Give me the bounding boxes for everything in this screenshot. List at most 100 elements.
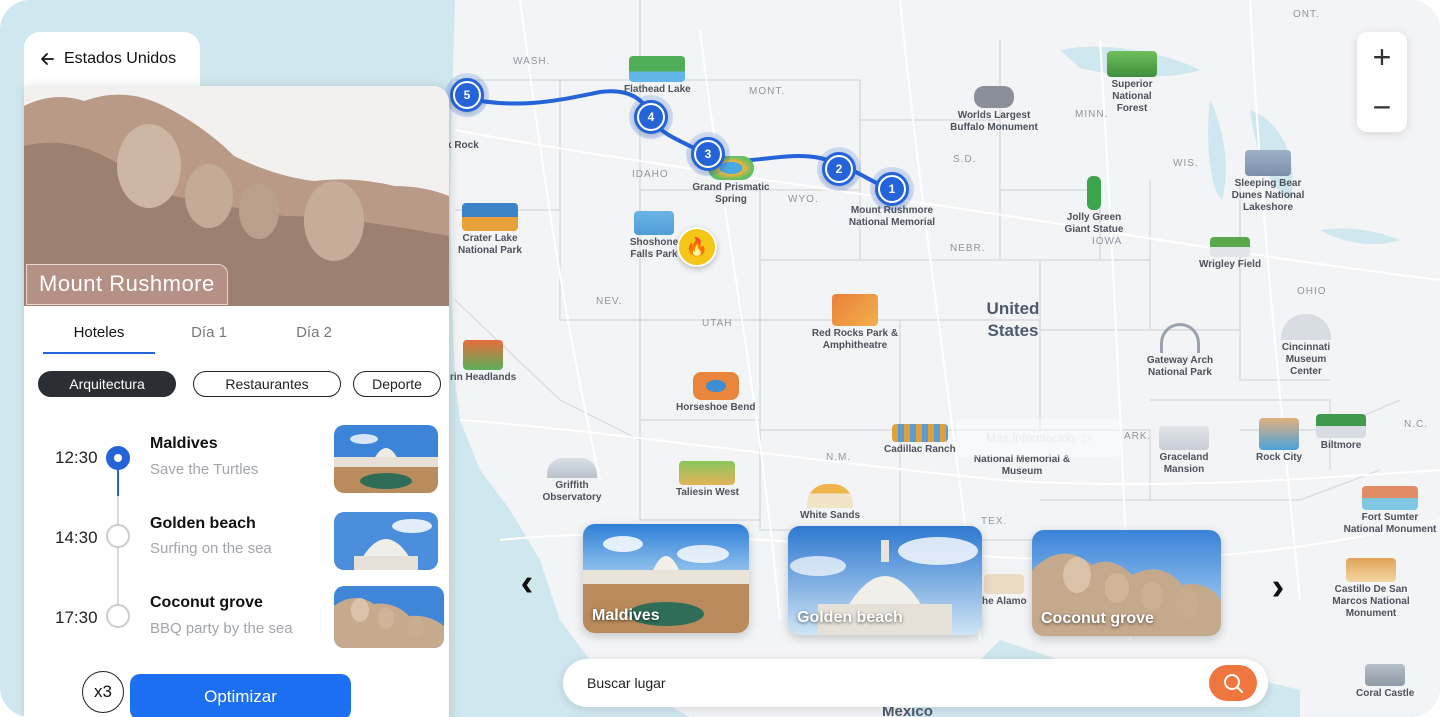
poi-label: k Rock xyxy=(446,140,479,151)
poi-buffalo[interactable]: Worlds Largest Buffalo Monument xyxy=(946,86,1042,134)
fort-icon xyxy=(1362,486,1418,510)
carousel-next-button[interactable]: › xyxy=(1264,566,1292,608)
poi-label: White Sands xyxy=(800,510,861,521)
more-info-button[interactable]: Más Información ▷ xyxy=(956,419,1122,457)
timeline-subtitle: BBQ party by the sea xyxy=(150,620,293,637)
poi-national-memorial[interactable]: National Memorial & Museum xyxy=(970,454,1074,478)
chip-deporte[interactable]: Deporte xyxy=(353,371,441,397)
campfire-icon[interactable]: 🔥 xyxy=(677,227,717,267)
timeline-time: 14:30 xyxy=(55,528,98,547)
fort-icon xyxy=(1346,558,1396,582)
place-card-golden-beach[interactable]: Golden beach xyxy=(788,526,982,635)
poi-rushmore[interactable]: Mount Rushmore National Memorial xyxy=(838,205,946,229)
timeline-item[interactable]: 12:30 Maldives Save the Turtles xyxy=(0,420,438,500)
timeline-thumbnail xyxy=(334,425,438,493)
statue-icon xyxy=(1087,176,1101,210)
poi-rock-city[interactable]: Rock City xyxy=(1256,418,1302,464)
lake-icon xyxy=(462,203,518,231)
multiplier-badge[interactable]: x3 xyxy=(82,671,124,713)
route-stop-4[interactable]: 4 xyxy=(634,100,668,134)
region-label-wash: WASH. xyxy=(513,56,551,67)
hero-image: Mount Rushmore xyxy=(24,86,449,306)
poi-gateway[interactable]: Gateway Arch National Park xyxy=(1140,323,1220,379)
poi-shoshone[interactable]: Shoshone Falls Park xyxy=(624,211,684,261)
poi-label: Taliesin West xyxy=(676,487,739,498)
castle-icon xyxy=(1316,414,1366,438)
poi-coral[interactable]: Coral Castle xyxy=(1356,664,1414,700)
poi-crater[interactable]: Crater Lake National Park xyxy=(452,203,528,257)
zoom-out-button[interactable]: − xyxy=(1357,82,1407,132)
poi-label: National Memorial & Museum xyxy=(973,454,1071,477)
region-label-sd: S.D. xyxy=(953,154,977,165)
back-button[interactable]: Estados Unidos xyxy=(40,50,176,68)
tab-hoteles[interactable]: Hoteles xyxy=(43,324,155,354)
poi-graceland[interactable]: Graceland Mansion xyxy=(1154,426,1214,476)
poi-label: Jolly Green Giant Statue xyxy=(1064,212,1124,235)
route-stop-5[interactable]: 5 xyxy=(450,78,484,112)
card-label: Maldives xyxy=(592,607,660,624)
poi-jolly[interactable]: Jolly Green Giant Statue xyxy=(1058,176,1130,236)
timeline-item[interactable]: 14:30 Golden beach Surfing on the sea xyxy=(0,500,438,580)
region-label-tex: TEX. xyxy=(981,516,1008,527)
place-card-maldives[interactable]: Maldives xyxy=(583,524,749,633)
poi-biltmore[interactable]: Biltmore xyxy=(1316,414,1366,452)
forest-icon xyxy=(1107,51,1157,77)
poi-cadillac[interactable]: Cadillac Ranch xyxy=(884,424,956,456)
region-label-mont: MONT. xyxy=(749,86,786,97)
poi-marin[interactable]: rin Headlands xyxy=(450,340,516,384)
poi-label: he Alamo xyxy=(982,596,1027,607)
poi-alamo[interactable]: he Alamo xyxy=(982,574,1027,608)
poi-cincinnati[interactable]: Cincinnati Museum Center xyxy=(1270,314,1342,378)
poi-rock[interactable]: k Rock xyxy=(446,140,479,152)
poi-griffith[interactable]: Griffith Observatory xyxy=(536,458,608,504)
route-stop-number: 1 xyxy=(880,177,904,201)
search-button[interactable] xyxy=(1209,665,1257,701)
poi-wrigley[interactable]: Wrigley Field xyxy=(1199,237,1261,271)
route-stop-3[interactable]: 3 xyxy=(691,137,725,171)
poi-superior[interactable]: Superior National Forest xyxy=(1097,51,1167,115)
poi-label: Wrigley Field xyxy=(1199,259,1262,270)
poi-red-rocks[interactable]: Red Rocks Park & Amphitheatre xyxy=(808,294,902,352)
poi-fort-sumter[interactable]: Fort Sumter National Monument xyxy=(1342,486,1438,536)
castle-icon xyxy=(1365,664,1406,686)
poi-label: Grand Prismatic Spring xyxy=(692,182,770,205)
thumbnail-image xyxy=(334,586,444,648)
poi-label: Griffith Observatory xyxy=(542,480,602,503)
poi-flathead[interactable]: Flathead Lake xyxy=(624,56,691,96)
carousel-prev-button[interactable]: ‹ xyxy=(513,562,541,604)
route-stop-1[interactable]: 1 xyxy=(875,172,909,206)
poi-label: Sleeping Bear Dunes National Lakeshore xyxy=(1231,178,1305,213)
search-input[interactable] xyxy=(587,673,1187,693)
poi-label: Rock City xyxy=(1256,452,1303,463)
region-label-ark: ARK. xyxy=(1124,431,1152,442)
arrow-left-icon xyxy=(41,53,54,65)
timeline-dot xyxy=(106,604,130,628)
app-frame: ONT. WASH. MONT. MINN. S.D. WIS. IDAHO W… xyxy=(0,0,1440,717)
tab-underline xyxy=(43,352,155,354)
waterfall-icon xyxy=(634,211,674,235)
region-label-wyo: WYO. xyxy=(788,194,819,205)
route-stop-2[interactable]: 2 xyxy=(822,152,856,186)
poi-castillo[interactable]: Castillo De San Marcos National Monument xyxy=(1326,558,1416,620)
optimize-button[interactable]: Optimizar xyxy=(130,674,351,717)
chip-restaurantes[interactable]: Restaurantes xyxy=(193,371,341,397)
desert-icon xyxy=(807,484,853,508)
tab-dia-2[interactable]: Día 2 xyxy=(269,324,359,354)
timeline-item[interactable]: 17:30 Coconut grove BBQ party by the sea xyxy=(0,580,444,660)
fort-icon xyxy=(984,574,1025,594)
poi-sleeping-bear[interactable]: Sleeping Bear Dunes National Lakeshore xyxy=(1226,150,1310,214)
dunes-icon xyxy=(1245,150,1291,176)
more-info-label: Más Información xyxy=(986,431,1075,445)
back-label: Estados Unidos xyxy=(64,50,177,67)
poi-white-sands[interactable]: White Sands xyxy=(800,484,860,522)
tab-dia-1[interactable]: Día 1 xyxy=(169,324,249,354)
poi-taliesin[interactable]: Taliesin West xyxy=(676,461,739,499)
poi-horseshoe[interactable]: Horseshoe Bend xyxy=(676,372,755,414)
place-card-coconut-grove[interactable]: Coconut grove xyxy=(1032,530,1221,636)
route-stop-number: 5 xyxy=(455,83,479,107)
zoom-in-button[interactable]: + xyxy=(1357,32,1407,82)
poi-label: Flathead Lake xyxy=(624,84,691,95)
chip-arquitectura[interactable]: Arquitectura xyxy=(38,371,176,397)
poi-label: rin Headlands xyxy=(450,372,517,383)
poi-label: Cadillac Ranch xyxy=(884,444,956,455)
